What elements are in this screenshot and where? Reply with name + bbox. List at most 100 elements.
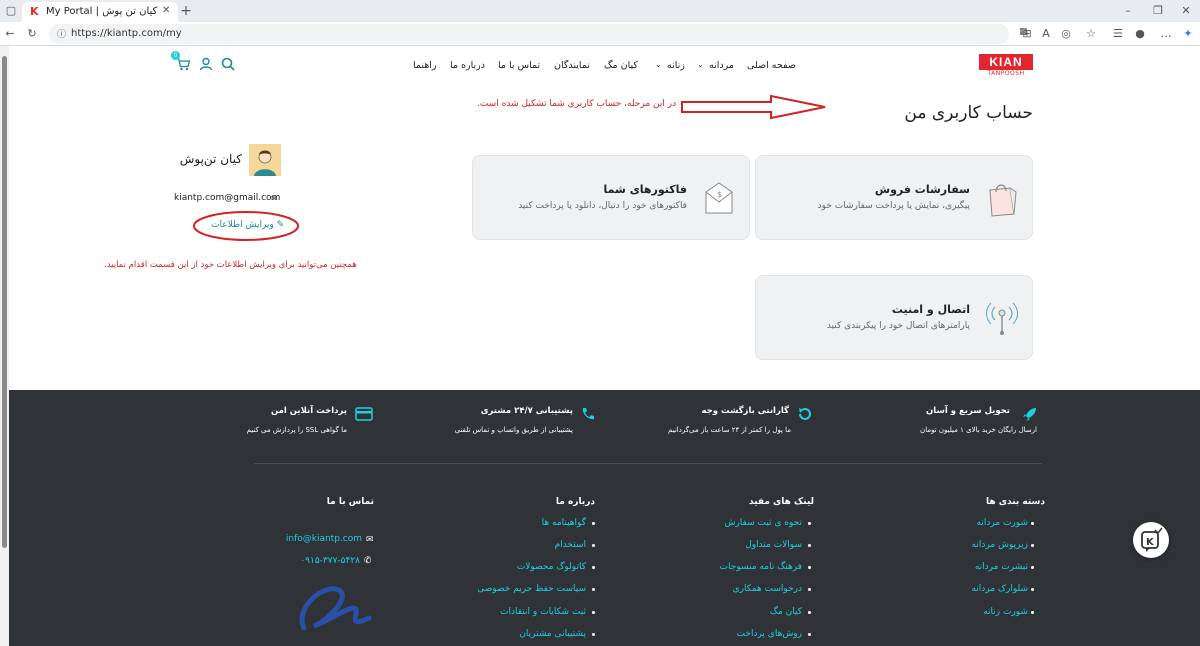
search-icon[interactable]	[221, 56, 235, 75]
bullet	[808, 522, 811, 525]
nav-agents[interactable]: نمایندگان	[554, 60, 590, 71]
card-title: سفارشات فروش	[874, 183, 970, 196]
pencil-icon: ✎	[276, 220, 285, 230]
nav-home[interactable]: صفحه اصلی	[747, 60, 796, 71]
logo-subtext: TANPOOSH	[987, 70, 1025, 77]
logo-wordmark: KIAN	[979, 54, 1033, 70]
address-bar[interactable]: ⓘ https://kiantp.com/my ▦	[49, 24, 1028, 44]
bullet	[592, 522, 595, 525]
reload-icon[interactable]: ↻	[24, 24, 40, 44]
footer-link[interactable]: شورت زنانه	[983, 607, 1028, 617]
chevron-down-icon: ⌄	[697, 60, 704, 69]
favorites-icon[interactable]: ☰	[1110, 24, 1126, 44]
more-tools-icon[interactable]: ◎	[1058, 24, 1074, 44]
card-invoices[interactable]: $ فاکتورهای شما فاکتورهای خود را دنبال، …	[472, 155, 750, 240]
browser-tab[interactable]: K My Portal | کیان تن پوش ✕	[22, 2, 178, 22]
tab-title: My Portal | کیان تن پوش	[46, 6, 158, 17]
footer-link[interactable]: درخواست همکاری	[733, 584, 802, 594]
credit-card-icon	[355, 406, 373, 425]
page: KIAN TANPOOSH صفحه اصلی مردانه ⌄ زنانه ⌄…	[9, 46, 1200, 646]
footer-link[interactable]: کیان مگ	[770, 607, 802, 617]
app-available-icon[interactable]: ⊞	[1019, 24, 1035, 44]
footer-link[interactable]: زیرپوش مردانه	[972, 540, 1028, 550]
maximize-icon[interactable]: ❐	[1150, 1, 1166, 21]
close-window-icon[interactable]: ✕	[1178, 1, 1194, 21]
user-avatar-icon	[254, 150, 276, 176]
feature-title: پرداخت آنلاین امن	[270, 406, 347, 416]
edit-profile-label: ویرایش اطلاعات	[211, 220, 274, 230]
nav-women[interactable]: زنانه	[667, 60, 685, 71]
footer-link[interactable]: کاتولوگ محصولات	[517, 562, 586, 572]
card-desc: پارامترهای اتصال خود را پیکربندی کنید	[826, 321, 970, 331]
bullet	[808, 588, 811, 591]
favorite-star-icon[interactable]: ☆	[1083, 24, 1099, 44]
footer-link[interactable]: سوالات متداول	[745, 540, 802, 550]
footer-link[interactable]: گواهینامه ها	[542, 518, 586, 528]
footer-link[interactable]: شورت مردانه	[977, 518, 1029, 528]
svg-text:K: K	[1146, 537, 1155, 548]
nav-men[interactable]: مردانه	[709, 60, 734, 71]
bullet	[1031, 544, 1034, 547]
new-tab-icon[interactable]: +	[178, 1, 194, 21]
browser-tabbar: ▢ K My Portal | کیان تن پوش ✕ + – ❐ ✕	[0, 0, 1200, 22]
feature-desc: ارسال رایگان خرید بالای ۱ میلیون تومان	[920, 426, 1037, 434]
enamad-seal-icon[interactable]	[284, 578, 374, 640]
site-info-icon[interactable]: ⓘ	[57, 27, 66, 40]
bullet	[808, 544, 811, 547]
copilot-icon[interactable]: ✦	[1180, 24, 1196, 44]
url-text: https://kiantp.com/my	[71, 28, 182, 39]
user-icon[interactable]	[199, 56, 213, 75]
browser-toolbar: ← ↻ ⓘ https://kiantp.com/my ▦ ⊞ A ◎ ☆ ☰ …	[0, 22, 1200, 46]
site-logo[interactable]: KIAN TANPOOSH	[979, 54, 1033, 78]
footer-link[interactable]: ثبت شکایات و انتقادات	[500, 607, 586, 617]
footer-link[interactable]: پشتیبانی مشتریان	[519, 629, 586, 639]
footer-column-title: تماس با ما	[326, 497, 374, 507]
chat-button[interactable]: K	[1133, 522, 1169, 558]
feature-desc: ما گواهی SSL را پردازش می کنیم	[246, 426, 347, 434]
profile-email: kiantp.com@gmail.com	[174, 193, 281, 203]
footer-link[interactable]: استخدام	[555, 540, 586, 550]
translate-icon[interactable]: A	[1038, 24, 1054, 44]
bullet	[1031, 566, 1034, 569]
footer-link[interactable]: روش‌های پرداخت	[737, 629, 802, 639]
tab-actions-icon[interactable]: ▢	[3, 1, 19, 21]
footer-column-title: درباره ما	[555, 497, 595, 507]
footer-column-title: دسته بندی ها	[986, 497, 1045, 507]
scrollbar-thumb[interactable]	[2, 56, 7, 548]
card-sales-orders[interactable]: سفارشات فروش پیگیری، نمایش یا پرداخت سفا…	[755, 155, 1033, 240]
page-scrollbar[interactable]	[0, 46, 9, 646]
footer-link[interactable]: تیشرت مردانه	[975, 562, 1028, 572]
card-connection-security[interactable]: اتصال و امنیت پارامترهای اتصال خود را پی…	[755, 275, 1033, 360]
chevron-down-icon: ⌄	[655, 60, 662, 69]
phone-support-icon	[580, 406, 596, 426]
annotation-arrow-icon	[681, 94, 826, 120]
bullet	[808, 566, 811, 569]
close-tab-icon[interactable]: ✕	[162, 5, 170, 16]
footer-link[interactable]: شلوارک مردانه	[971, 584, 1028, 594]
nav-contact[interactable]: تماس با ما	[498, 60, 540, 71]
footer-link[interactable]: فرهنگ نامه منسوجات	[720, 562, 802, 572]
minimize-icon[interactable]: –	[1120, 1, 1136, 21]
mail-icon: ✉	[366, 535, 374, 545]
bullet	[808, 611, 811, 614]
back-icon[interactable]: ←	[2, 24, 18, 44]
bullet	[592, 588, 595, 591]
contact-phone[interactable]: ۰۹۱۵-۳۷۷-۵۴۲۸	[300, 556, 360, 566]
nav-about[interactable]: درباره ما	[450, 60, 485, 71]
profile-avatar-icon[interactable]: ●	[1132, 24, 1148, 44]
page-title: حساب کاربری من	[904, 103, 1033, 123]
chat-bubble-icon: K	[1141, 527, 1163, 552]
envelope-invoice-icon: $	[703, 180, 735, 220]
bullet	[1031, 522, 1034, 525]
bullet	[592, 544, 595, 547]
contact-email[interactable]: info@kiantp.com	[286, 534, 362, 544]
edit-profile-link[interactable]: ویرایش اطلاعات ✎	[211, 220, 284, 230]
footer-link[interactable]: سیاست حفظ حریم خصوصی	[477, 584, 586, 594]
site-footer: تحویل سریع و آسان ارسال رایگان خرید بالا…	[9, 390, 1200, 646]
nav-kian-mag[interactable]: کیان مگ	[604, 60, 638, 71]
favicon-icon: K	[30, 5, 39, 18]
feature-title: تحویل سریع و آسان	[926, 406, 1010, 416]
menu-dots-icon[interactable]: …	[1158, 24, 1174, 44]
nav-guide[interactable]: راهنما	[413, 60, 437, 71]
footer-link[interactable]: نحوه ی ثبت سفارش	[724, 518, 802, 528]
